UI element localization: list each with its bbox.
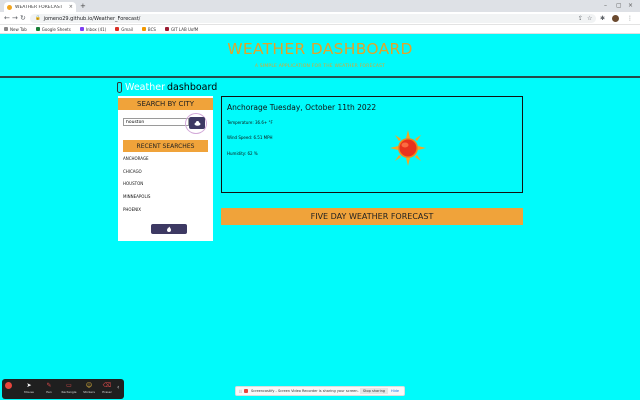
- drag-handle-icon[interactable]: ⠿: [239, 389, 242, 394]
- bookmark-bcs[interactable]: BCS: [141, 27, 156, 32]
- new-tab-icon[interactable]: +: [80, 2, 86, 11]
- bookmarks-bar: New Tab Google Sheets Inbox (41) Gmail B…: [0, 25, 640, 34]
- tool-rectangle[interactable]: ▭ Rectangle: [60, 381, 78, 394]
- current-city-date: Anchorage Tuesday, October 11th 2022: [227, 103, 377, 112]
- reload-icon[interactable]: ↻: [20, 14, 26, 23]
- extensions-icon[interactable]: ✱: [600, 14, 605, 23]
- bookmark-new-tab[interactable]: New Tab: [4, 27, 27, 32]
- recent-searches-heading: RECENT SEARCHES: [123, 140, 208, 152]
- tool-stickers[interactable]: ☺ Stickers: [80, 381, 98, 394]
- tool-eraser[interactable]: ⌫ Eraser: [98, 381, 116, 394]
- pen-icon: ✎: [46, 382, 52, 389]
- tab-title: WEATHER FORECAST: [15, 4, 63, 10]
- sheets-icon: [35, 27, 40, 31]
- bookmark-star-icon[interactable]: ☆: [587, 14, 592, 23]
- page-header: WEATHER DASHBOARD A SIMPLE APPLICATION F…: [0, 34, 640, 76]
- thermometer-icon: [117, 81, 122, 93]
- logo-word-dashboard: dashboard: [167, 81, 218, 93]
- browser-toolbar: ← → ↻ 🔒 jomeno29.github.io/Weather_Forec…: [0, 12, 640, 25]
- recent-search-item[interactable]: MINNEAPOLIS: [123, 194, 208, 207]
- forward-icon[interactable]: →: [12, 14, 18, 23]
- record-icon[interactable]: [5, 382, 12, 389]
- browser-tabstrip: WEATHER FORECAST × + – ▢ ×: [0, 0, 640, 12]
- bookmark-google-sheets[interactable]: Google Sheets: [35, 27, 71, 32]
- bookmark-gitlab[interactable]: GIT LAB UofM: [164, 27, 198, 32]
- fire-icon: [167, 226, 171, 232]
- bookmark-inbox[interactable]: Inbox (41): [79, 27, 106, 32]
- screen-share-banner: ⠿ Screencastify - Screen Video Recorder …: [235, 386, 405, 396]
- share-icon[interactable]: ⇪: [578, 14, 583, 23]
- gmail-icon: [115, 27, 120, 31]
- tool-pen[interactable]: ✎ Pen: [40, 381, 58, 394]
- menu-icon[interactable]: ⋮: [627, 14, 633, 23]
- screencastify-icon: [243, 389, 248, 393]
- five-day-forecast-heading: FIVE DAY WEATHER FORECAST: [221, 208, 523, 225]
- window-close-icon[interactable]: ×: [628, 2, 633, 10]
- maximize-icon[interactable]: ▢: [616, 2, 622, 10]
- city-search-input[interactable]: [123, 118, 189, 126]
- search-heading: SEARCH BY CITY: [118, 98, 213, 110]
- url-text: jomeno29.github.io/Weather_Forecast/: [43, 15, 141, 22]
- collapse-chevron-icon[interactable]: ‹: [117, 384, 119, 391]
- hide-banner-button[interactable]: Hide: [391, 389, 399, 393]
- search-sidebar: SEARCH BY CITY RECENT SEARCHES ANCHORAGE…: [118, 96, 213, 241]
- profile-avatar[interactable]: [612, 15, 619, 22]
- minimize-icon[interactable]: –: [604, 2, 607, 10]
- gitlab-icon: [164, 27, 169, 31]
- browser-tab[interactable]: WEATHER FORECAST ×: [4, 2, 76, 12]
- temperature-text: Temperature: 36.6+ °F: [227, 120, 273, 125]
- wind-speed-text: Wind Speed: 6.51 MPH: [227, 135, 273, 140]
- recent-search-item[interactable]: HOUSTON: [123, 181, 208, 194]
- app-logo: Weather dashboard: [117, 80, 217, 94]
- stop-sharing-button[interactable]: Stop sharing: [359, 388, 389, 394]
- sticker-icon: ☺: [85, 382, 93, 389]
- recent-search-item[interactable]: CHICAGO: [123, 169, 208, 182]
- logo-word-weather: Weather: [125, 81, 165, 93]
- close-tab-icon[interactable]: ×: [69, 4, 73, 10]
- tool-mouse[interactable]: ➤ Mouse: [20, 381, 38, 394]
- current-weather-card: Anchorage Tuesday, October 11th 2022 Tem…: [221, 96, 523, 193]
- recent-search-item[interactable]: ANCHORAGE: [123, 156, 208, 169]
- page-title: WEATHER DASHBOARD: [227, 40, 413, 58]
- rectangle-icon: ▭: [66, 382, 72, 389]
- page-subtitle: A SIMPLE APPLICATION FOR THE WEATHER FOR…: [254, 64, 386, 69]
- address-bar[interactable]: 🔒 jomeno29.github.io/Weather_Forecast/: [30, 14, 596, 23]
- recorder-toolbar: ➤ Mouse ✎ Pen ▭ Rectangle ☺ Stickers ⌫ E…: [2, 379, 124, 399]
- bookmark-gmail[interactable]: Gmail: [115, 27, 133, 32]
- back-icon[interactable]: ←: [4, 14, 10, 23]
- humidity-text: Humidity: 62 %: [227, 151, 258, 156]
- sun-icon: [390, 130, 426, 166]
- search-button[interactable]: [189, 117, 205, 129]
- share-banner-text: Screencastify - Screen Video Recorder is…: [250, 389, 359, 393]
- bcs-icon: [141, 27, 146, 31]
- cloud-icon: [194, 121, 200, 126]
- apps-icon: [4, 27, 8, 31]
- cursor-icon: ➤: [26, 382, 32, 389]
- lock-icon: 🔒: [35, 16, 41, 21]
- recent-search-item[interactable]: PHOENIX: [123, 207, 208, 220]
- header-divider: [0, 76, 640, 78]
- recent-searches-list: ANCHORAGE CHICAGO HOUSTON MINNEAPOLIS PH…: [123, 156, 208, 219]
- tab-favicon-icon: [7, 4, 12, 10]
- clear-history-button[interactable]: [151, 224, 187, 234]
- inbox-icon: [79, 27, 84, 31]
- eraser-icon: ⌫: [102, 382, 112, 389]
